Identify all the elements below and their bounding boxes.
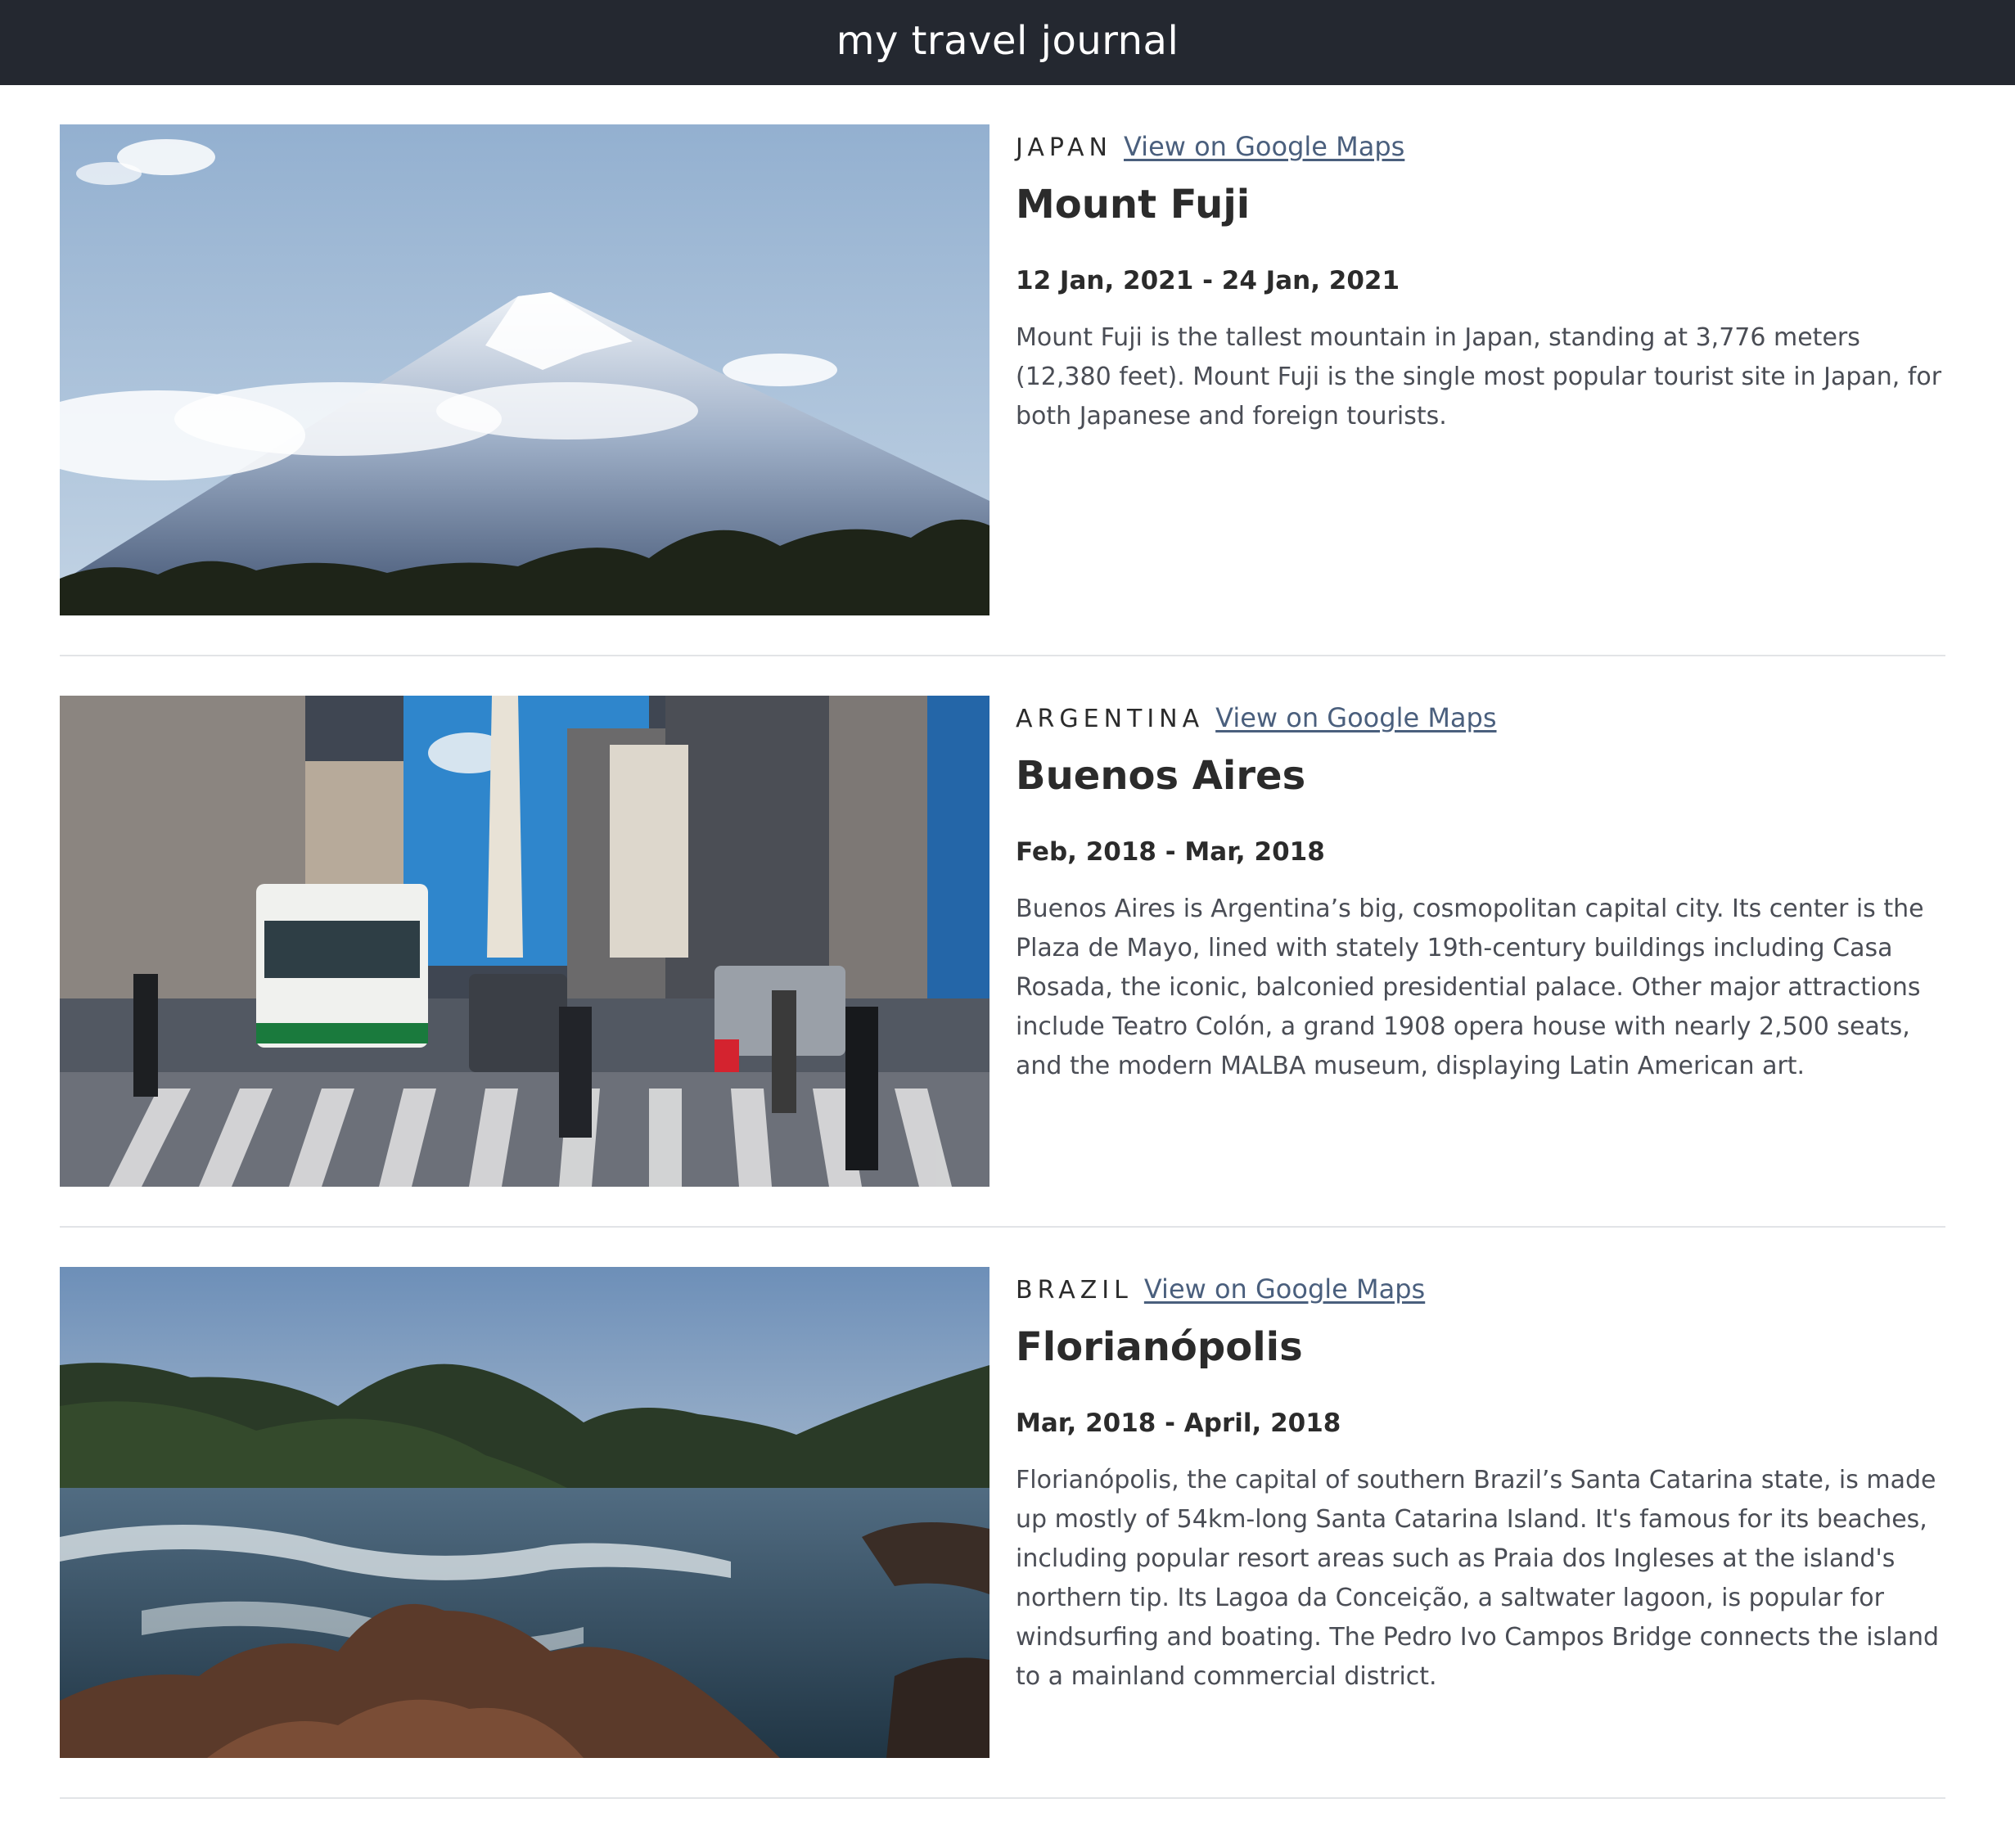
- place-description: Florianópolis, the capital of southern B…: [1016, 1466, 1940, 1691]
- place-title: Buenos Aires: [1016, 753, 1306, 799]
- mount-fuji-photo: [60, 124, 989, 615]
- entry-divider: [60, 1797, 1945, 1799]
- place-description: Mount Fuji is the tallest mountain in Ja…: [1016, 323, 1942, 430]
- place-title: Mount Fuji: [1016, 182, 1251, 228]
- trip-dates: Feb, 2018 - Mar, 2018: [1016, 837, 1325, 867]
- google-maps-link[interactable]: View on Google Maps: [1215, 702, 1496, 733]
- location-row: BRAZIL View on Google Maps: [1016, 1273, 1425, 1305]
- entry-divider: [60, 655, 1945, 656]
- journal-entry: ARGENTINA View on Google Maps Buenos Air…: [60, 696, 1945, 1187]
- place-description: Buenos Aires is Argentina’s big, cosmopo…: [1016, 895, 1924, 1080]
- country-label: BRAZIL: [1016, 1276, 1133, 1305]
- place-title: Florianópolis: [1016, 1324, 1303, 1370]
- location-row: ARGENTINA View on Google Maps: [1016, 702, 1497, 733]
- florianopolis-coast-photo: [60, 1267, 989, 1758]
- country-label: ARGENTINA: [1016, 705, 1205, 733]
- entry-divider: [60, 1226, 1945, 1228]
- app-header: my travel journal: [0, 0, 2015, 85]
- journal-entry: JAPAN View on Google Maps Mount Fuji 12 …: [60, 124, 1945, 615]
- buenos-aires-street-photo: [60, 696, 989, 1187]
- location-row: JAPAN View on Google Maps: [1016, 131, 1404, 162]
- app-title: my travel journal: [836, 18, 1179, 64]
- google-maps-link[interactable]: View on Google Maps: [1124, 131, 1404, 162]
- country-label: JAPAN: [1016, 133, 1112, 162]
- google-maps-link[interactable]: View on Google Maps: [1144, 1273, 1425, 1305]
- trip-dates: Mar, 2018 - April, 2018: [1016, 1409, 1341, 1438]
- journal-entry: BRAZIL View on Google Maps Florianópolis…: [60, 1267, 1945, 1758]
- trip-dates: 12 Jan, 2021 - 24 Jan, 2021: [1016, 266, 1400, 295]
